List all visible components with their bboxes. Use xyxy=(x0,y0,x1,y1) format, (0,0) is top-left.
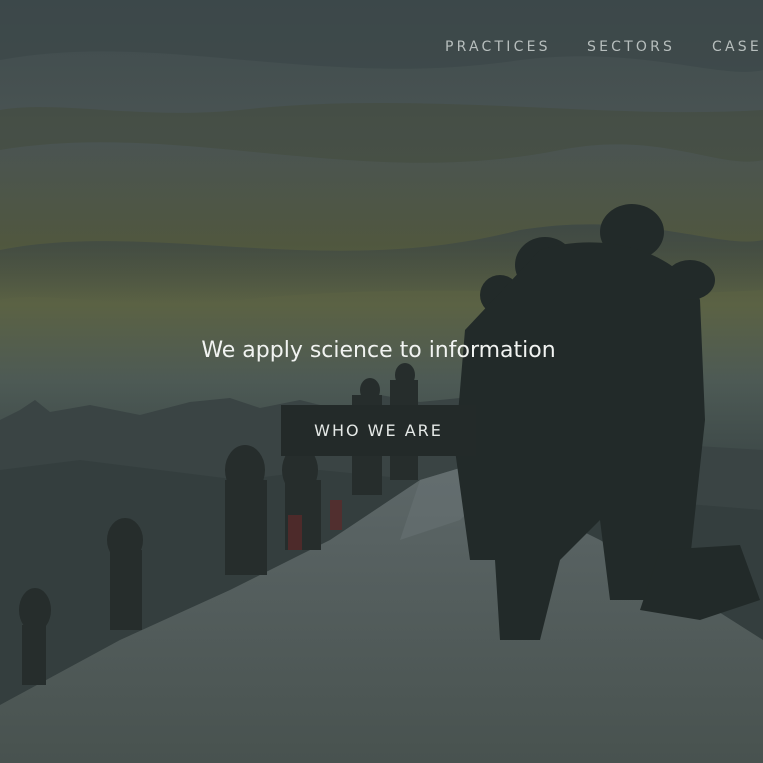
nav-item-case[interactable]: CASE xyxy=(712,38,762,56)
hero-tagline: We apply science to information xyxy=(201,338,556,363)
who-we-are-button[interactable]: WHO WE ARE xyxy=(281,405,476,456)
top-navigation: PRACTICES SECTORS CASE xyxy=(445,38,763,56)
hero-background-image xyxy=(0,0,763,763)
nav-item-practices[interactable]: PRACTICES xyxy=(445,38,551,56)
hero-section: PRACTICES SECTORS CASE We apply science … xyxy=(0,0,763,763)
nav-item-sectors[interactable]: SECTORS xyxy=(587,38,675,56)
